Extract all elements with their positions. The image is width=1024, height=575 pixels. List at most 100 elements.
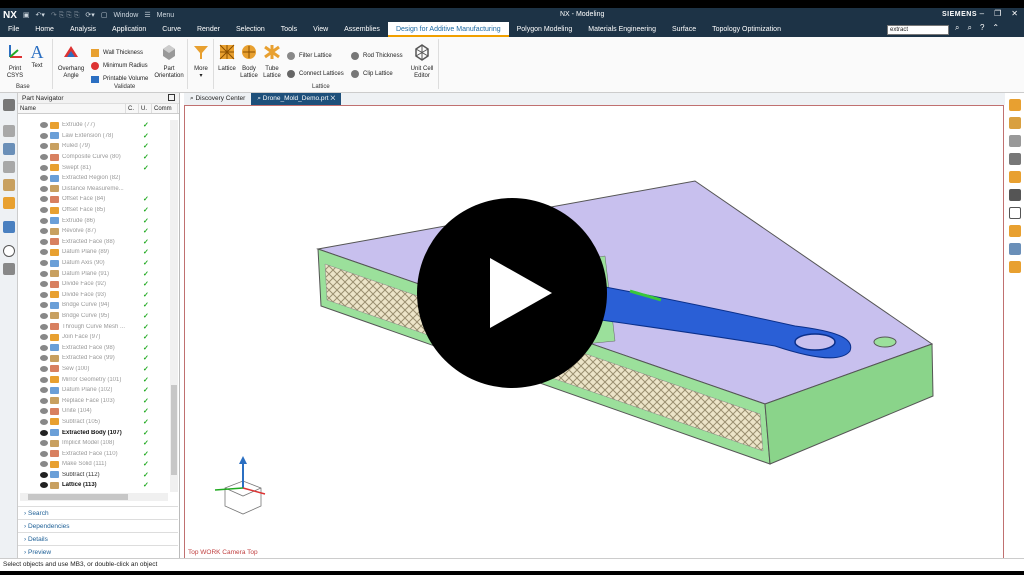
tree-row[interactable]: Composite Curve (80) ✓ [18,152,170,163]
column-u[interactable]: U. [139,104,152,113]
tab-application[interactable]: Application [104,22,154,37]
tab-view[interactable]: View [305,22,336,37]
wall-thickness-button[interactable]: Wall Thickness [90,48,143,58]
tree-row[interactable]: Distance Measureme... [18,184,170,195]
filter-lattice-button[interactable]: Filter Lattice [286,51,332,61]
column-name[interactable]: Name [18,104,126,113]
tree-row[interactable]: Offset Face (85) ✓ [18,205,170,216]
tree-row[interactable]: Datum Plane (89) ✓ [18,247,170,258]
save-icon[interactable]: ▣ [23,11,30,19]
preview-section[interactable]: › Preview [18,545,178,558]
tree-row[interactable]: Make Solid (111) ✓ [18,459,170,470]
printable-volume-button[interactable]: Printable Volume [90,74,148,84]
role-icon[interactable] [2,197,15,209]
visibility-icon[interactable] [40,471,48,478]
tree-row[interactable]: Law Extension (78) ✓ [18,131,170,142]
tab-analysis[interactable]: Analysis [62,22,104,37]
tab-home[interactable]: Home [27,22,62,37]
close-icon[interactable]: ✕ [1011,9,1018,18]
command-search-input[interactable]: extract [887,25,949,35]
tree-row[interactable]: Mirror Geometry (101) ✓ [18,374,170,385]
visibility-icon[interactable] [40,154,48,161]
tree-row[interactable]: Divide Face (92) ✓ [18,279,170,290]
visibility-icon[interactable] [40,440,48,447]
window-icon[interactable]: ▢ [101,11,108,19]
visibility-icon[interactable] [40,249,48,256]
body-lattice-button[interactable]: Body Lattice [238,43,260,80]
help-icon[interactable]: ? [980,23,984,33]
visibility-icon[interactable] [40,482,48,489]
tree-row[interactable]: Extracted Face (98) ✓ [18,342,170,353]
tab-render[interactable]: Render [189,22,228,37]
visibility-icon[interactable] [40,387,48,394]
visibility-icon[interactable] [40,302,48,309]
connect-lattices-button[interactable]: Connect Lattices [286,69,344,79]
vertical-scrollbar[interactable] [170,120,178,492]
tree-row[interactable]: Revolve (87) ✓ [18,226,170,237]
visibility-icon[interactable] [40,461,48,468]
clip-lattice-button[interactable]: Clip Lattice [350,69,393,79]
tree-row[interactable]: Divide Face (93) ✓ [18,290,170,301]
tab-assemblies[interactable]: Assemblies [336,22,388,37]
system-materials-icon[interactable] [2,263,15,275]
video-play-overlay[interactable] [417,198,607,388]
column-c[interactable]: C. [126,104,139,113]
settings-icon[interactable] [2,99,15,111]
tree-row[interactable]: Extrude (86) ✓ [18,215,170,226]
switch-window-icon[interactable]: ⟳▾ [85,11,94,19]
tab-curve[interactable]: Curve [154,22,189,37]
redo-icon[interactable]: ↷ ⎘ ⎘ ⎘ [51,11,80,20]
visibility-icon[interactable] [40,132,48,139]
visibility-icon[interactable] [40,355,48,362]
menu-button[interactable]: Menu [157,12,175,19]
visibility-icon[interactable] [40,376,48,383]
web-browser-icon[interactable] [2,221,15,233]
tree-row[interactable]: Extracted Face (110) ✓ [18,448,170,459]
tree-row[interactable]: Swept (81) ✓ [18,162,170,173]
find-icon[interactable]: ⌕ [967,23,971,33]
print-csys-button[interactable]: Print CSYS [4,43,26,80]
tube-lattice-button[interactable]: Tube Lattice [260,43,284,80]
reuse-library-icon[interactable] [2,161,15,173]
tab-surface[interactable]: Surface [664,22,704,37]
visibility-icon[interactable] [40,312,48,319]
tree-row[interactable]: Replace Face (103) ✓ [18,395,170,406]
visibility-icon[interactable] [40,270,48,277]
visibility-icon[interactable] [40,196,48,203]
visibility-icon[interactable] [40,185,48,192]
visibility-icon[interactable] [40,260,48,267]
tab-selection[interactable]: Selection [228,22,273,37]
restore-icon[interactable]: ❐ [994,9,1001,18]
visibility-icon[interactable] [40,164,48,171]
overhang-angle-button[interactable]: Overhang Angle [56,43,86,80]
wireframe-icon[interactable] [1008,153,1021,165]
window-menu[interactable]: Window [113,12,138,19]
tree-row[interactable]: Datum Axis (90) ✓ [18,258,170,269]
horizontal-scrollbar[interactable] [20,493,168,501]
visibility-icon[interactable] [40,429,48,436]
fit-icon[interactable] [1008,189,1021,201]
visibility-icon[interactable] [40,143,48,150]
tree-row[interactable]: Bridge Curve (94) ✓ [18,300,170,311]
undo-icon[interactable]: ↶▾ [36,11,45,19]
visibility-icon[interactable] [40,418,48,425]
tree-row[interactable]: Offset Face (84) ✓ [18,194,170,205]
tree-row[interactable]: Through Curve Mesh ... ✓ [18,321,170,332]
camera-icon[interactable] [1008,225,1021,237]
visibility-icon[interactable] [40,334,48,341]
maximize-icon[interactable] [168,94,175,101]
minimum-radius-button[interactable]: Minimum Radius [90,61,148,71]
visibility-icon[interactable] [40,344,48,351]
tree-row[interactable]: Extrude (77) ✓ [18,120,170,131]
minimize-icon[interactable]: – [980,9,984,18]
tab-tools[interactable]: Tools [273,22,305,37]
tab-design-for-additive-manufacturing[interactable]: Design for Additive Manufacturing [387,22,509,37]
tree-row[interactable]: Lattice (113) ✓ [18,480,170,491]
unit-cell-editor-button[interactable]: Unit Cell Editor [408,43,436,80]
tab-discovery-center[interactable]: ⌕ Discovery Center [184,93,251,105]
search-icon[interactable]: ⌕ [955,23,959,33]
visibility-icon[interactable] [40,281,48,288]
visibility-icon[interactable] [40,323,48,330]
tree-row[interactable]: Join Face (97) ✓ [18,332,170,343]
history-icon[interactable] [2,245,15,257]
